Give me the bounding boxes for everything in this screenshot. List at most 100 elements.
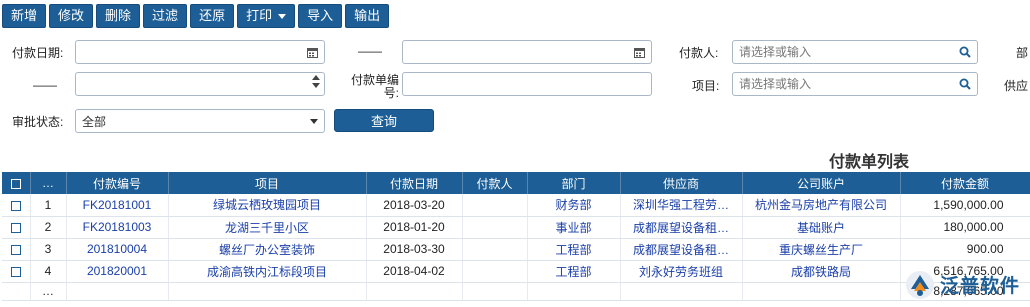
supplier-cell[interactable]: 刘永好劳务班组	[620, 260, 743, 283]
col-header-project[interactable]: 项目	[168, 172, 367, 194]
pay-no-end-input[interactable]	[76, 73, 324, 95]
project-cell[interactable]: 成渝高铁内江标段项目	[168, 260, 367, 283]
col-header-supplier[interactable]: 供应商	[620, 172, 743, 194]
select-all-header[interactable]	[2, 172, 31, 194]
calendar-icon[interactable]	[632, 45, 646, 59]
row-select[interactable]	[2, 216, 31, 239]
payer-field[interactable]	[732, 40, 978, 64]
pay-no-input[interactable]	[403, 73, 651, 95]
col-header-pay-no[interactable]: 付款编号	[66, 172, 169, 194]
restore-button[interactable]: 还原	[190, 4, 235, 28]
date-cell: 2018-03-20	[366, 194, 463, 217]
row-checkbox[interactable]	[10, 244, 21, 255]
print-button-label: 打印	[246, 8, 273, 23]
row-index: 4	[30, 260, 67, 283]
arrow-down-icon[interactable]	[312, 83, 320, 88]
supplier-cell[interactable]: 成都展望设备租…	[620, 238, 743, 261]
project-cell[interactable]: 龙湖三千里小区	[168, 216, 367, 239]
col-header: …	[30, 172, 67, 194]
project-cell[interactable]: 螺丝厂办公室装饰	[168, 238, 367, 261]
row-checkbox[interactable]	[10, 222, 21, 233]
pay-no-link[interactable]: FK20181001	[66, 194, 169, 217]
supplier-cell[interactable]: 深圳华强工程劳…	[620, 194, 743, 217]
approval-select-value[interactable]	[76, 110, 324, 132]
col-header-dept[interactable]: 部门	[527, 172, 621, 194]
search-icon[interactable]	[958, 77, 972, 91]
dept-cell[interactable]: 工程部	[527, 260, 621, 283]
table-row[interactable]: 4 201820001 成渝高铁内江标段项目 2018-04-02 工程部 刘永…	[2, 260, 1030, 283]
chevron-down-icon[interactable]	[310, 119, 318, 124]
print-button[interactable]: 打印	[237, 4, 296, 28]
account-cell[interactable]: 基础账户	[742, 216, 901, 239]
select-all-checkbox[interactable]	[10, 178, 21, 189]
dept-cell[interactable]: 事业部	[527, 216, 621, 239]
row-checkbox[interactable]	[10, 200, 21, 211]
amount-cell: 900.00	[900, 238, 1030, 261]
table-header-row: … 付款编号 项目 付款日期 付款人 部门 供应商 公司账户 付款金额	[2, 172, 1030, 194]
range-dash: ——	[33, 78, 57, 92]
delete-button[interactable]: 删除	[96, 4, 141, 28]
export-button[interactable]: 输出	[345, 4, 390, 28]
project-label: 项目:	[692, 79, 720, 93]
caret-down-icon	[278, 13, 287, 19]
approval-select[interactable]	[75, 109, 325, 133]
row-checkbox[interactable]	[10, 266, 21, 277]
pay-date-end-input[interactable]	[403, 41, 651, 63]
dept-cell[interactable]: 工程部	[527, 238, 621, 261]
table-row[interactable]: 2 FK20181003 龙湖三千里小区 2018-01-20 事业部 成都展望…	[2, 216, 1030, 239]
import-button[interactable]: 导入	[298, 4, 343, 28]
logo-mark-icon	[906, 270, 934, 299]
project-cell[interactable]: 绿城云栖玫瑰园项目	[168, 194, 367, 217]
row-index: 2	[30, 216, 67, 239]
edit-button[interactable]: 修改	[49, 4, 94, 28]
date-cell: 2018-04-02	[366, 260, 463, 283]
account-cell[interactable]: 杭州金马房地产有限公司	[742, 194, 901, 217]
col-header-date[interactable]: 付款日期	[366, 172, 463, 194]
account-cell[interactable]: 重庆螺丝生产厂	[742, 238, 901, 261]
project-input[interactable]	[733, 73, 977, 95]
spinner[interactable]	[312, 75, 320, 88]
pay-no-link[interactable]: FK20181003	[66, 216, 169, 239]
row-select[interactable]	[2, 194, 31, 217]
supplier-label: 供应	[1004, 79, 1029, 93]
calendar-icon[interactable]	[305, 45, 319, 59]
search-icon[interactable]	[958, 45, 972, 59]
payer-cell	[462, 260, 528, 283]
arrow-up-icon[interactable]	[312, 75, 320, 80]
col-header-amount[interactable]: 付款金额	[900, 172, 1030, 194]
date-range-dash: ——	[358, 44, 382, 58]
table-row[interactable]: 3 201810004 螺丝厂办公室装饰 2018-03-30 工程部 成都展望…	[2, 238, 1030, 261]
table-row[interactable]: 1 FK20181001 绿城云栖玫瑰园项目 2018-03-20 财务部 深圳…	[2, 194, 1030, 217]
account-cell[interactable]: 成都铁路局	[742, 260, 901, 283]
row-select[interactable]	[2, 260, 31, 283]
query-button[interactable]: 查询	[334, 109, 434, 132]
payment-table: … 付款编号 项目 付款日期 付款人 部门 供应商 公司账户 付款金额 1 FK…	[2, 172, 1030, 301]
project-field[interactable]	[732, 72, 978, 96]
pay-no-end-field[interactable]	[75, 72, 325, 96]
pay-no-link[interactable]: 201810004	[66, 238, 169, 261]
col-header-account[interactable]: 公司账户	[742, 172, 901, 194]
table-row-ellipsis: … 8,287,665.00	[2, 282, 1030, 301]
pay-no-field[interactable]	[402, 72, 652, 96]
payer-input[interactable]	[733, 41, 977, 63]
pay-no-label: 付款单编号:	[350, 73, 399, 100]
add-button[interactable]: 新增	[2, 4, 47, 28]
pay-date-start-input[interactable]	[76, 41, 324, 63]
row-ellipsis: …	[30, 282, 67, 301]
filter-button[interactable]: 过滤	[143, 4, 188, 28]
date-cell: 2018-03-30	[366, 238, 463, 261]
pay-date-end-field[interactable]	[402, 40, 652, 64]
row-select[interactable]	[2, 238, 31, 261]
pay-date-label: 付款日期:	[12, 46, 64, 60]
toolbar: 新增 修改 删除 过滤 还原 打印 导入 输出	[2, 4, 390, 30]
pay-no-link[interactable]: 201820001	[66, 260, 169, 283]
brand-logo: 泛普软件	[904, 262, 1030, 307]
col-header-payer[interactable]: 付款人	[462, 172, 528, 194]
payer-cell	[462, 216, 528, 239]
dept-cell[interactable]: 财务部	[527, 194, 621, 217]
supplier-cell[interactable]: 成都展望设备租…	[620, 216, 743, 239]
logo-text: 泛普软件	[940, 276, 1021, 297]
pay-date-start-field[interactable]	[75, 40, 325, 64]
amount-cell: 180,000.00	[900, 216, 1030, 239]
amount-cell: 1,590,000.00	[900, 194, 1030, 217]
